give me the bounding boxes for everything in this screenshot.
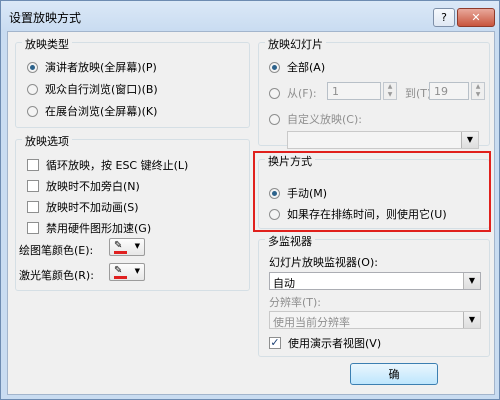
- pen-color-swatch: [114, 251, 127, 254]
- chevron-down-icon: ▼: [461, 132, 478, 148]
- radio-kiosk[interactable]: 在展台浏览(全屏幕)(K): [27, 103, 157, 119]
- checkmark-icon: ✓: [270, 336, 280, 349]
- radio-custom-show-label: 自定义放映(C):: [287, 113, 362, 126]
- radio-audience-indicator[interactable]: [27, 83, 38, 95]
- resolution-select[interactable]: 使用当前分辨率 ▼: [269, 311, 481, 329]
- from-slide-input[interactable]: 1: [327, 82, 381, 100]
- monitor-label: 幻灯片放映监视器(O):: [269, 256, 378, 269]
- spin-down-icon: ▼: [387, 91, 393, 98]
- radio-all-slides[interactable]: 全部(A): [269, 59, 325, 75]
- highlight-box: [253, 151, 491, 232]
- to-slide-value: 19: [434, 85, 448, 98]
- check-no-narration-label: 放映时不加旁白(N): [46, 180, 140, 193]
- radio-all-slides-indicator[interactable]: [269, 61, 280, 73]
- laser-pen-icon: ✎: [114, 265, 123, 276]
- show-options-group: 放映选项 循环放映，按 ESC 键终止(L) 放映时不加旁白(N) 放映时不加动…: [15, 133, 250, 291]
- chevron-down-icon: ▼: [463, 273, 480, 289]
- chevron-down-icon: ▼: [463, 312, 480, 328]
- pen-color-button[interactable]: ✎ ▼: [109, 238, 145, 256]
- help-button[interactable]: ?: [433, 8, 455, 27]
- close-button[interactable]: ✕: [457, 8, 495, 27]
- dialog-body: 放映类型 演讲者放映(全屏幕)(P) 观众自行浏览(窗口)(B) 在展台浏览(全…: [7, 31, 495, 395]
- custom-show-select[interactable]: ▼: [287, 131, 479, 149]
- ok-button[interactable]: 确: [350, 363, 438, 385]
- pen-icon: ✎: [114, 240, 123, 251]
- radio-custom-show[interactable]: 自定义放映(C):: [269, 111, 362, 127]
- radio-from-slides[interactable]: 从(F):: [269, 85, 317, 101]
- laser-color-swatch: [114, 276, 127, 279]
- radio-kiosk-indicator[interactable]: [27, 105, 38, 117]
- show-type-group: 放映类型 演讲者放映(全屏幕)(P) 观众自行浏览(窗口)(B) 在展台浏览(全…: [15, 36, 250, 128]
- title-bar: 设置放映方式 ? ✕: [1, 1, 499, 31]
- check-no-narration-box[interactable]: [27, 180, 39, 192]
- radio-audience-label: 观众自行浏览(窗口)(B): [45, 83, 158, 96]
- radio-custom-show-indicator[interactable]: [269, 113, 280, 125]
- check-loop-label: 循环放映，按 ESC 键终止(L): [46, 159, 189, 172]
- radio-all-slides-label: 全部(A): [287, 61, 326, 74]
- show-options-title: 放映选项: [22, 133, 72, 149]
- radio-kiosk-label: 在展台浏览(全屏幕)(K): [45, 105, 158, 118]
- show-type-title: 放映类型: [22, 36, 72, 52]
- pen-dropdown-icon: ▼: [134, 242, 140, 250]
- check-disable-hw-accel-label: 禁用硬件图形加速(G): [46, 222, 152, 235]
- dialog-window: 设置放映方式 ? ✕ 放映类型 演讲者放映(全屏幕)(P) 观众自行浏览(窗口)…: [0, 0, 500, 400]
- to-slide-input[interactable]: 19: [429, 82, 469, 100]
- resolution-label: 分辨率(T):: [269, 296, 322, 309]
- check-no-animation-label: 放映时不加动画(S): [46, 201, 139, 214]
- laser-color-button[interactable]: ✎ ▼: [109, 263, 145, 281]
- from-slide-value: 1: [332, 85, 339, 98]
- resolution-value: 使用当前分辨率: [273, 316, 350, 329]
- dialog-title: 设置放映方式: [9, 11, 82, 25]
- laser-color-label: 激光笔颜色(R):: [19, 269, 94, 282]
- radio-from-slides-indicator[interactable]: [269, 87, 280, 99]
- laser-dropdown-icon: ▼: [134, 267, 140, 275]
- radio-presenter-label: 演讲者放映(全屏幕)(P): [45, 61, 157, 74]
- check-loop[interactable]: 循环放映，按 ESC 键终止(L): [27, 157, 188, 173]
- check-no-animation[interactable]: 放映时不加动画(S): [27, 199, 139, 215]
- monitor-value: 自动: [273, 277, 295, 290]
- presenter-view-check[interactable]: ✓ 使用演示者视图(V): [269, 335, 381, 351]
- pen-color-label: 绘图笔颜色(E):: [19, 244, 94, 257]
- radio-presenter[interactable]: 演讲者放映(全屏幕)(P): [27, 59, 157, 75]
- presenter-view-label: 使用演示者视图(V): [288, 337, 382, 350]
- to-slide-spinner[interactable]: ▲ ▼: [471, 82, 485, 100]
- check-no-narration[interactable]: 放映时不加旁白(N): [27, 178, 140, 194]
- check-disable-hw-accel[interactable]: 禁用硬件图形加速(G): [27, 220, 151, 236]
- close-icon: ✕: [471, 11, 481, 24]
- check-disable-hw-accel-box[interactable]: [27, 222, 39, 234]
- slides-group: 放映幻灯片 全部(A) 从(F): 1 ▲ ▼ 到(T): 19 ▲ ▼ 自定义放映…: [258, 36, 490, 149]
- check-loop-box[interactable]: [27, 159, 39, 171]
- radio-audience[interactable]: 观众自行浏览(窗口)(B): [27, 81, 158, 97]
- spin-up-icon: ▲: [387, 83, 393, 90]
- radio-presenter-indicator[interactable]: [27, 61, 38, 73]
- slides-title: 放映幻灯片: [265, 36, 326, 52]
- spin-down-icon: ▼: [475, 91, 481, 98]
- check-no-animation-box[interactable]: [27, 201, 39, 213]
- presenter-view-checkbox[interactable]: ✓: [269, 337, 281, 349]
- spin-up-icon: ▲: [475, 83, 481, 90]
- from-slide-spinner[interactable]: ▲ ▼: [383, 82, 397, 100]
- monitors-title: 多监视器: [265, 233, 315, 249]
- monitor-select[interactable]: 自动 ▼: [269, 272, 481, 290]
- monitors-group: 多监视器 幻灯片放映监视器(O): 自动 ▼ 分辨率(T): 使用当前分辨率 ▼…: [258, 233, 490, 357]
- help-icon: ?: [441, 11, 447, 24]
- radio-from-slides-label: 从(F):: [287, 87, 317, 100]
